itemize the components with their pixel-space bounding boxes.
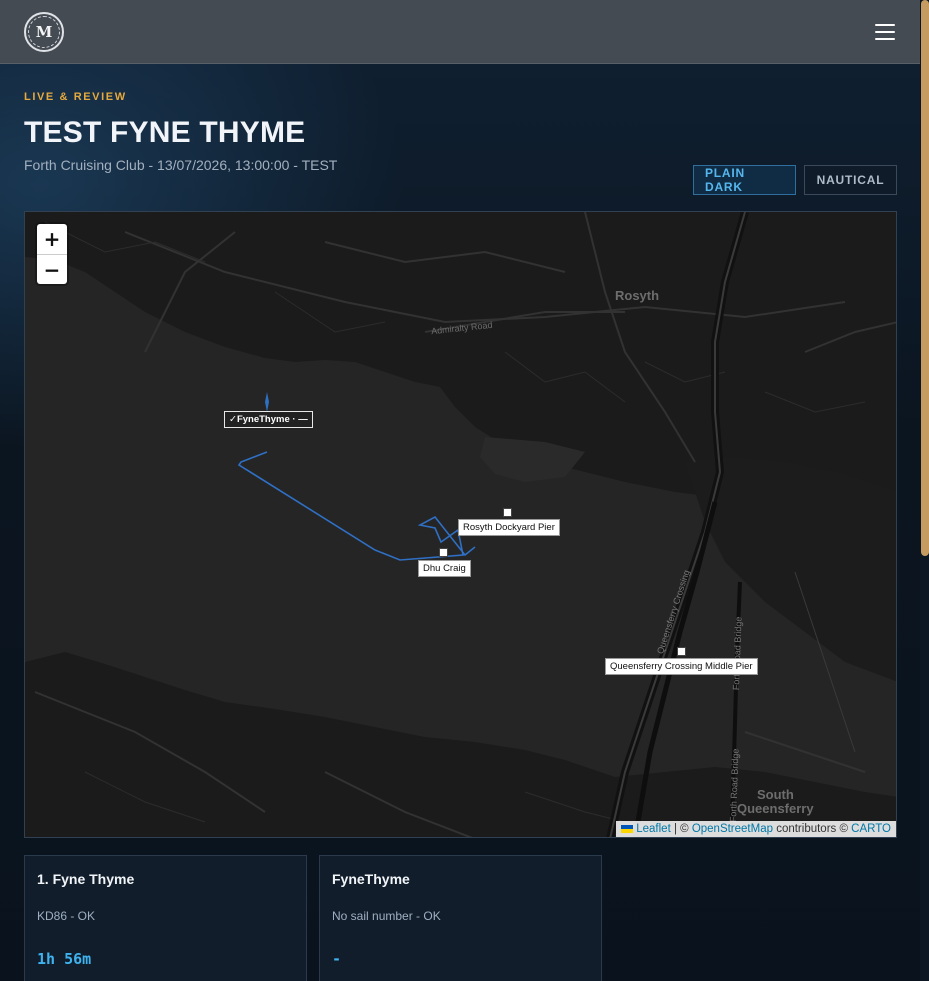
race-track xyxy=(237,451,476,561)
race-map[interactable]: Rosyth Admiralty Road Queensferry Crossi… xyxy=(24,211,897,838)
boat-card-status: No sail number - OK xyxy=(332,909,441,923)
osm-link[interactable]: OpenStreetMap xyxy=(692,823,773,835)
boat-card-elapsed: 1h 56m xyxy=(37,950,92,968)
top-bar: M xyxy=(0,0,920,64)
attribution-contributors: contributors © xyxy=(773,823,852,835)
boat-position-label[interactable]: ✓FyneThyme · — xyxy=(224,411,313,428)
ukraine-flag-icon xyxy=(621,825,634,833)
boat-card-title: 1. Fyne Thyme xyxy=(37,871,135,887)
zoom-out-button[interactable]: − xyxy=(37,254,67,284)
boat-card[interactable]: FyneThyme No sail number - OK - xyxy=(319,855,602,981)
boat-card-status: KD86 - OK xyxy=(37,909,96,923)
club-logo[interactable]: M xyxy=(24,12,64,52)
mark-label-dhu-craig: Dhu Craig xyxy=(418,560,471,577)
mark-label-queensferry-pier: Queensferry Crossing Middle Pier xyxy=(605,658,758,675)
place-label-rosyth: Rosyth xyxy=(615,288,660,303)
place-label-south: South xyxy=(757,787,794,802)
logo-seal: M xyxy=(28,16,60,48)
boat-card[interactable]: 1. Fyne Thyme KD86 - OK 1h 56m xyxy=(24,855,307,981)
hamburger-icon[interactable] xyxy=(874,22,896,42)
carto-link[interactable]: CARTO xyxy=(851,823,891,835)
map-style-plain-dark-button[interactable]: PLAIN DARK xyxy=(693,165,796,195)
boat-card-elapsed: - xyxy=(332,950,342,968)
place-label-queensferry: Queensferry xyxy=(737,801,814,816)
event-subtitle: Forth Cruising Club - 13/07/2026, 13:00:… xyxy=(24,157,338,173)
map-style-nautical-button[interactable]: NAUTICAL xyxy=(804,165,897,195)
map-attribution: Leaflet | © OpenStreetMap contributors ©… xyxy=(616,821,896,837)
zoom-control: + − xyxy=(37,224,67,284)
mark-label-rosyth-pier: Rosyth Dockyard Pier xyxy=(458,519,560,536)
hamburger-line xyxy=(875,38,895,40)
logo-letter: M xyxy=(35,23,53,41)
attribution-separator: | © xyxy=(670,823,692,835)
boat-card-title: FyneThyme xyxy=(332,871,410,887)
section-eyebrow: LIVE & REVIEW xyxy=(24,91,127,103)
mark-icon-dhu-craig[interactable] xyxy=(439,548,448,557)
mark-icon-queensferry-pier[interactable] xyxy=(677,647,686,656)
zoom-in-button[interactable]: + xyxy=(37,224,67,254)
hamburger-line xyxy=(875,31,895,33)
scrollbar-thumb[interactable] xyxy=(921,0,929,556)
page-title: TEST FYNE THYME xyxy=(24,116,306,149)
hamburger-line xyxy=(875,24,895,26)
mark-icon-rosyth-pier[interactable] xyxy=(503,508,512,517)
leaflet-link[interactable]: Leaflet xyxy=(636,823,671,835)
